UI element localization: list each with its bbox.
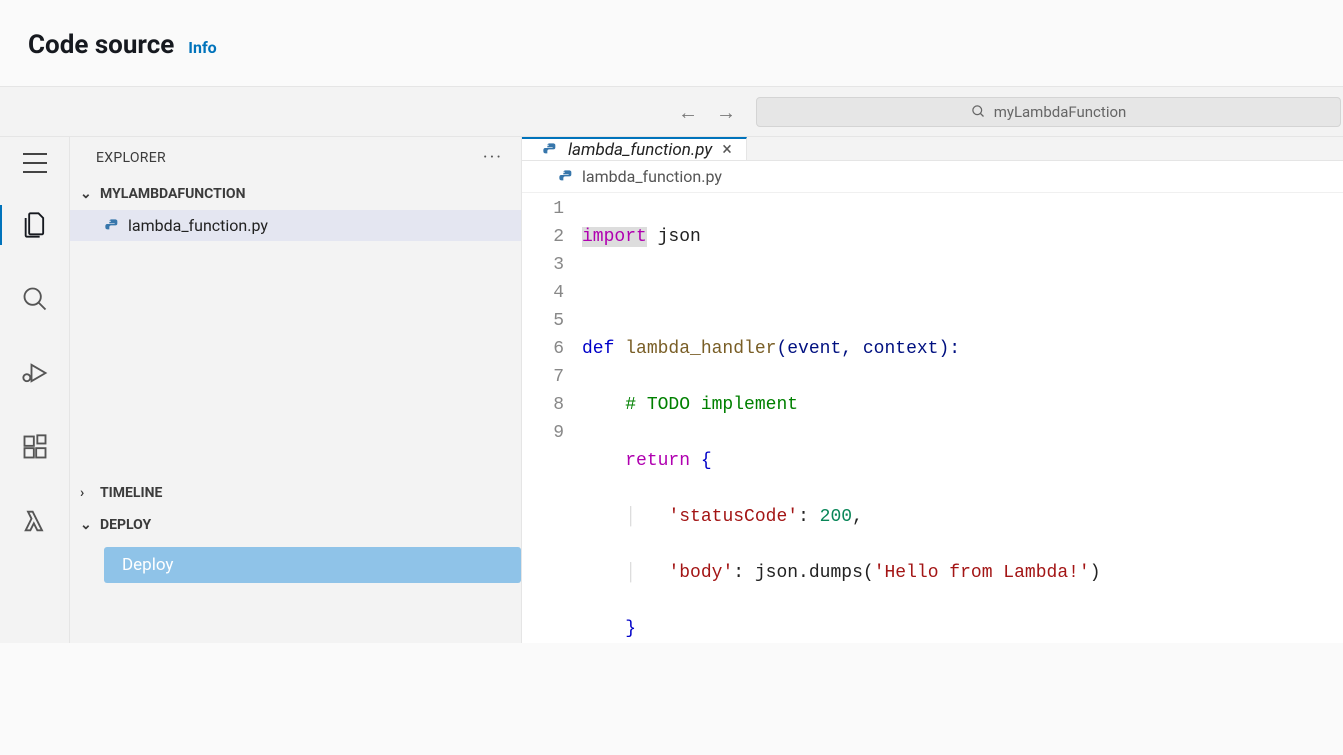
close-icon[interactable]: × [722,139,732,160]
chevron-down-icon: ⌄ [80,517,94,533]
breadcrumb[interactable]: lambda_function.py [522,161,1343,193]
nav-back-icon[interactable]: ← [678,102,698,122]
file-name: lambda_function.py [128,216,268,235]
search-placeholder: myLambdaFunction [994,103,1127,121]
deploy-section[interactable]: ⌄ DEPLOY [70,509,521,541]
breadcrumb-file: lambda_function.py [582,167,722,186]
explorer-header: EXPLORER ··· [70,137,521,178]
project-root[interactable]: ⌄ MYLAMBDAFUNCTION [70,178,521,210]
project-name: MYLAMBDAFUNCTION [100,186,245,202]
search-icon [21,285,49,313]
editor-column: lambda_function.py × lambda_function.py … [522,137,1343,643]
tab-lambda-function[interactable]: lambda_function.py × [522,137,747,160]
deploy-label: DEPLOY [100,517,151,533]
play-bug-icon [21,359,49,387]
extensions-icon [21,433,49,461]
search-icon [971,104,986,119]
timeline-section[interactable]: › TIMELINE [70,477,521,509]
explorer-panel: EXPLORER ··· ⌄ MYLAMBDAFUNCTION lambda_f… [70,137,522,643]
activity-explorer[interactable] [0,203,70,247]
explorer-title: EXPLORER [96,150,166,166]
activity-bar [0,137,70,643]
python-file-icon [558,169,574,185]
activity-extensions[interactable] [0,425,70,469]
explorer-more-icon[interactable]: ··· [483,147,503,168]
tab-bar: lambda_function.py × [522,137,1343,161]
activity-run-debug[interactable] [0,351,70,395]
timeline-label: TIMELINE [100,485,162,501]
files-icon [21,211,49,239]
info-link[interactable]: Info [188,38,216,57]
chevron-right-icon: › [80,485,94,501]
code-content[interactable]: import json def lambda_handler(event, co… [582,195,1343,755]
file-item-lambda[interactable]: lambda_function.py [70,210,521,241]
editor-toolbar: ← → myLambdaFunction [0,87,1343,137]
tab-label: lambda_function.py [568,140,712,160]
nav-arrows: ← → [678,102,736,122]
line-number-gutter: 1 2 3 4 5 6 7 8 9 [522,195,582,755]
python-file-icon [542,142,558,158]
deploy-button[interactable]: Deploy [104,547,521,583]
command-search[interactable]: myLambdaFunction [756,97,1341,127]
hamburger-icon[interactable] [23,153,47,173]
lambda-icon [21,507,49,535]
activity-search[interactable] [0,277,70,321]
editor-main: EXPLORER ··· ⌄ MYLAMBDAFUNCTION lambda_f… [0,137,1343,643]
activity-lambda[interactable] [0,499,70,543]
code-source-header: Code source Info [0,0,1343,87]
chevron-down-icon: ⌄ [80,186,94,202]
page-title: Code source [28,30,174,60]
nav-forward-icon[interactable]: → [716,102,736,122]
python-file-icon [104,218,120,234]
code-editor[interactable]: 1 2 3 4 5 6 7 8 9 import json def lambda… [522,193,1343,755]
